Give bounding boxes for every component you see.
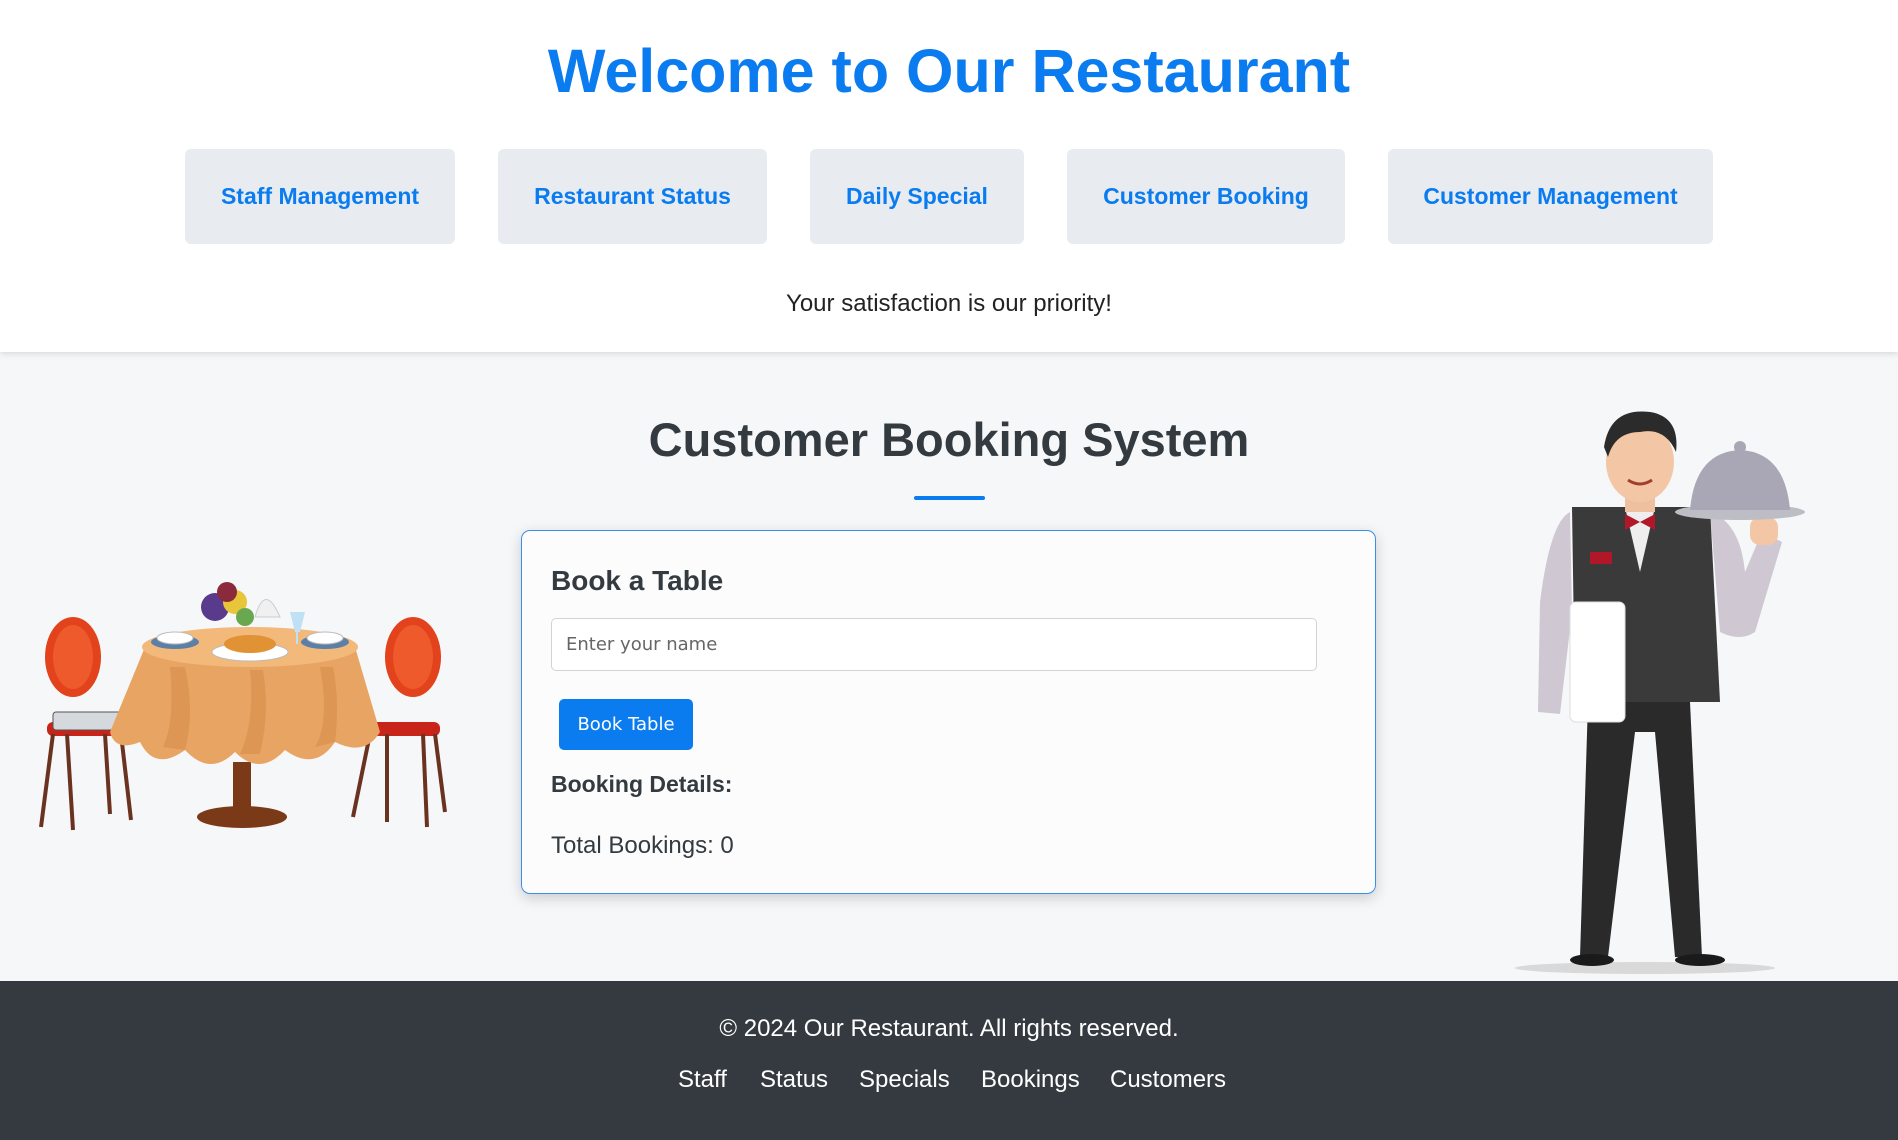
site-footer: © 2024 Our Restaurant. All rights reserv… <box>0 981 1898 1140</box>
booking-section: Customer Booking System Book a Table Ent… <box>0 352 1898 981</box>
dining-table-illustration <box>39 582 447 831</box>
main-nav: Staff Management Restaurant Status Daily… <box>0 149 1898 244</box>
footer-link-status[interactable]: Status <box>760 1066 828 1094</box>
copyright-text: © 2024 Our Restaurant. All rights reserv… <box>719 1015 1179 1042</box>
title-underline <box>914 496 985 500</box>
nav-customer-management[interactable]: Customer Management <box>1388 149 1713 244</box>
footer-link-bookings[interactable]: Bookings <box>981 1066 1080 1094</box>
name-input[interactable] <box>551 618 1317 671</box>
tagline: Your satisfaction is our priority! <box>786 290 1112 317</box>
nav-daily-special[interactable]: Daily Special <box>810 149 1024 244</box>
booking-details-title: Booking Details: <box>551 771 733 797</box>
footer-link-customers[interactable]: Customers <box>1110 1066 1226 1094</box>
waiter-illustration <box>1515 411 1805 974</box>
total-bookings: Total Bookings: 0 <box>551 832 734 859</box>
card-title: Book a Table <box>551 565 724 596</box>
booking-card: Book a Table Book Table Booking Details:… <box>521 530 1376 894</box>
nav-customer-booking[interactable]: Customer Booking <box>1067 149 1345 244</box>
site-title: Welcome to Our Restaurant <box>547 37 1351 105</box>
footer-link-staff[interactable]: Staff <box>678 1066 727 1094</box>
site-header: Welcome to Our Restaurant Staff Manageme… <box>0 0 1898 352</box>
footer-link-specials[interactable]: Specials <box>859 1066 950 1094</box>
nav-staff-management[interactable]: Staff Management <box>185 149 455 244</box>
nav-restaurant-status[interactable]: Restaurant Status <box>498 149 767 244</box>
book-table-button[interactable]: Book Table <box>559 699 693 750</box>
